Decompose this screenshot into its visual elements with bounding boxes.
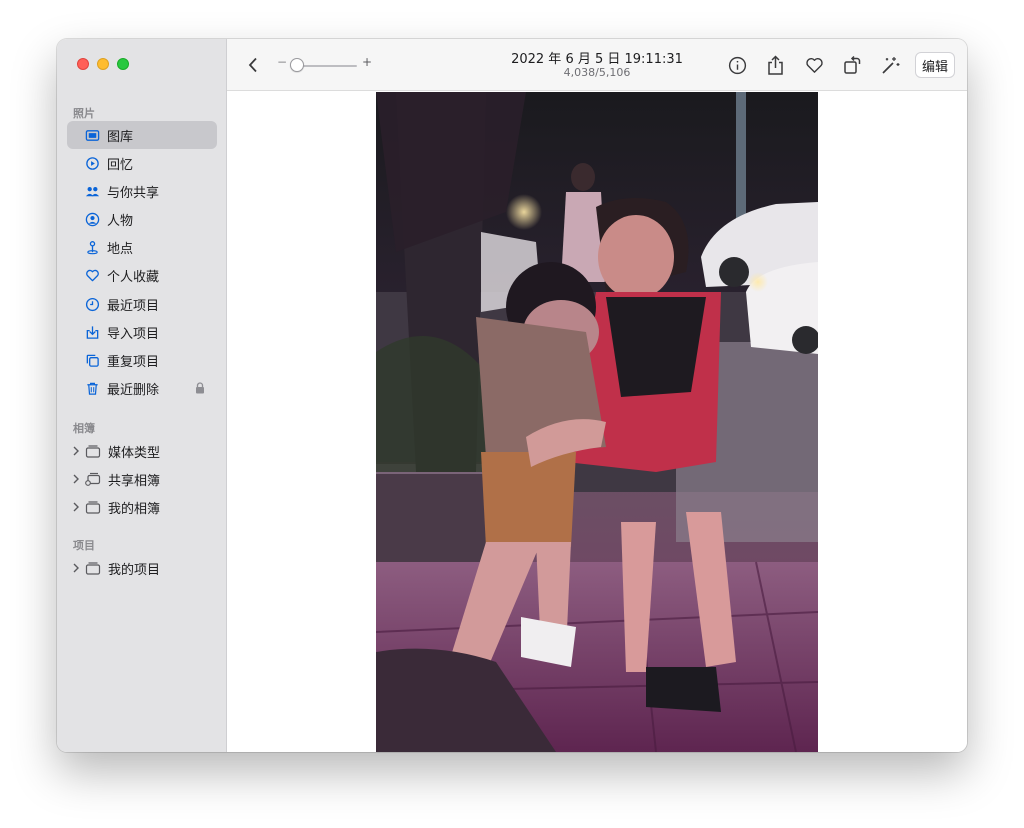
zoom-slider-track[interactable] xyxy=(297,65,357,67)
album-label: 我的相簿 xyxy=(108,501,161,517)
section-label-albums: 相簿 xyxy=(73,422,95,435)
sidebar-item-people[interactable]: 人物 xyxy=(67,205,217,233)
toolbar: − + 2022 年 6 月 5 日 19:11:31 4,038/5,106 … xyxy=(227,39,967,91)
sidebar-item-label: 导入项目 xyxy=(107,326,160,342)
clock-icon xyxy=(84,296,100,312)
shared-album-icon xyxy=(85,472,101,486)
chevron-right-icon[interactable] xyxy=(71,474,81,484)
back-button[interactable] xyxy=(243,54,263,76)
rotate-button[interactable] xyxy=(841,53,863,77)
photo-image[interactable] xyxy=(376,92,818,752)
album-label: 媒体类型 xyxy=(108,445,161,461)
sidebar-item-recently-deleted[interactable]: 最近删除 xyxy=(67,374,217,402)
zoom-in-label[interactable]: + xyxy=(362,55,372,69)
chevron-right-icon[interactable] xyxy=(71,446,81,456)
photo-library-icon xyxy=(84,127,100,143)
edit-button[interactable]: 编辑 xyxy=(915,52,955,78)
sidebar-item-recents[interactable]: 最近项目 xyxy=(67,290,217,318)
rotate-icon xyxy=(843,55,860,74)
sidebar: 照片 图库 回忆 与你共享 人物 地点 个人收藏 最近项目 导入项目 重复项目 … xyxy=(57,39,227,752)
album-group-my-albums[interactable]: 我的相簿 xyxy=(67,493,217,521)
chevron-right-icon[interactable] xyxy=(71,563,81,573)
photos-window: 照片 图库 回忆 与你共享 人物 地点 个人收藏 最近项目 导入项目 重复项目 … xyxy=(57,39,967,752)
minimize-button[interactable] xyxy=(97,58,109,70)
info-icon xyxy=(728,56,746,74)
album-stack-icon xyxy=(85,501,101,514)
shared-with-you-icon xyxy=(84,183,100,199)
info-button[interactable] xyxy=(726,54,748,76)
lock-icon xyxy=(196,382,204,394)
sidebar-item-label: 地点 xyxy=(107,241,134,257)
duplicates-icon xyxy=(84,352,100,368)
share-icon xyxy=(767,54,783,75)
sidebar-item-label: 图库 xyxy=(107,129,134,145)
sidebar-item-label: 最近删除 xyxy=(107,382,160,398)
sidebar-item-favorites[interactable]: 个人收藏 xyxy=(67,261,217,289)
sidebar-item-label: 回忆 xyxy=(107,157,134,173)
memories-icon xyxy=(84,155,100,171)
sidebar-item-places[interactable]: 地点 xyxy=(67,233,217,261)
sidebar-item-label: 重复项目 xyxy=(107,354,160,370)
project-label: 我的项目 xyxy=(108,562,161,578)
project-group-my-projects[interactable]: 我的项目 xyxy=(67,554,217,582)
sidebar-item-duplicates[interactable]: 重复项目 xyxy=(67,346,217,374)
photo-date-title: 2022 年 6 月 5 日 19:11:31 xyxy=(511,52,683,67)
zoom-button[interactable] xyxy=(117,58,129,70)
album-stack-icon xyxy=(85,445,101,458)
magic-wand-icon xyxy=(881,57,899,74)
sidebar-item-label: 人物 xyxy=(107,213,134,229)
night-street-photo xyxy=(376,92,818,752)
album-label: 共享相簿 xyxy=(108,473,161,489)
album-group-shared-albums[interactable]: 共享相簿 xyxy=(67,465,217,493)
sidebar-item-shared-with-you[interactable]: 与你共享 xyxy=(67,177,217,205)
chevron-right-icon[interactable] xyxy=(71,502,81,512)
share-button[interactable] xyxy=(764,53,786,77)
sidebar-item-label: 与你共享 xyxy=(107,185,160,201)
heart-icon xyxy=(805,57,823,73)
places-icon xyxy=(84,239,100,255)
auto-enhance-button[interactable] xyxy=(878,53,902,77)
close-button[interactable] xyxy=(77,58,89,70)
heart-icon xyxy=(84,267,100,283)
favorite-button[interactable] xyxy=(803,54,825,76)
trash-icon xyxy=(84,380,100,396)
photo-position-counter: 4,038/5,106 xyxy=(563,66,631,79)
zoom-out-label[interactable]: − xyxy=(277,55,287,69)
sidebar-item-imports[interactable]: 导入项目 xyxy=(67,318,217,346)
sidebar-item-label: 个人收藏 xyxy=(107,269,160,285)
people-icon xyxy=(84,211,100,227)
photo-viewer xyxy=(227,92,967,752)
back-chevron-icon xyxy=(248,57,257,73)
album-stack-icon xyxy=(85,562,101,575)
section-label-projects: 项目 xyxy=(73,539,95,552)
sidebar-item-memories[interactable]: 回忆 xyxy=(67,149,217,177)
sidebar-item-label: 最近项目 xyxy=(107,298,160,314)
sidebar-item-library[interactable]: 图库 xyxy=(67,121,217,149)
import-icon xyxy=(84,324,100,340)
zoom-slider-thumb[interactable] xyxy=(290,58,304,72)
album-group-media-types[interactable]: 媒体类型 xyxy=(67,437,217,465)
section-label-photos: 照片 xyxy=(73,107,95,120)
window-controls xyxy=(77,58,129,70)
